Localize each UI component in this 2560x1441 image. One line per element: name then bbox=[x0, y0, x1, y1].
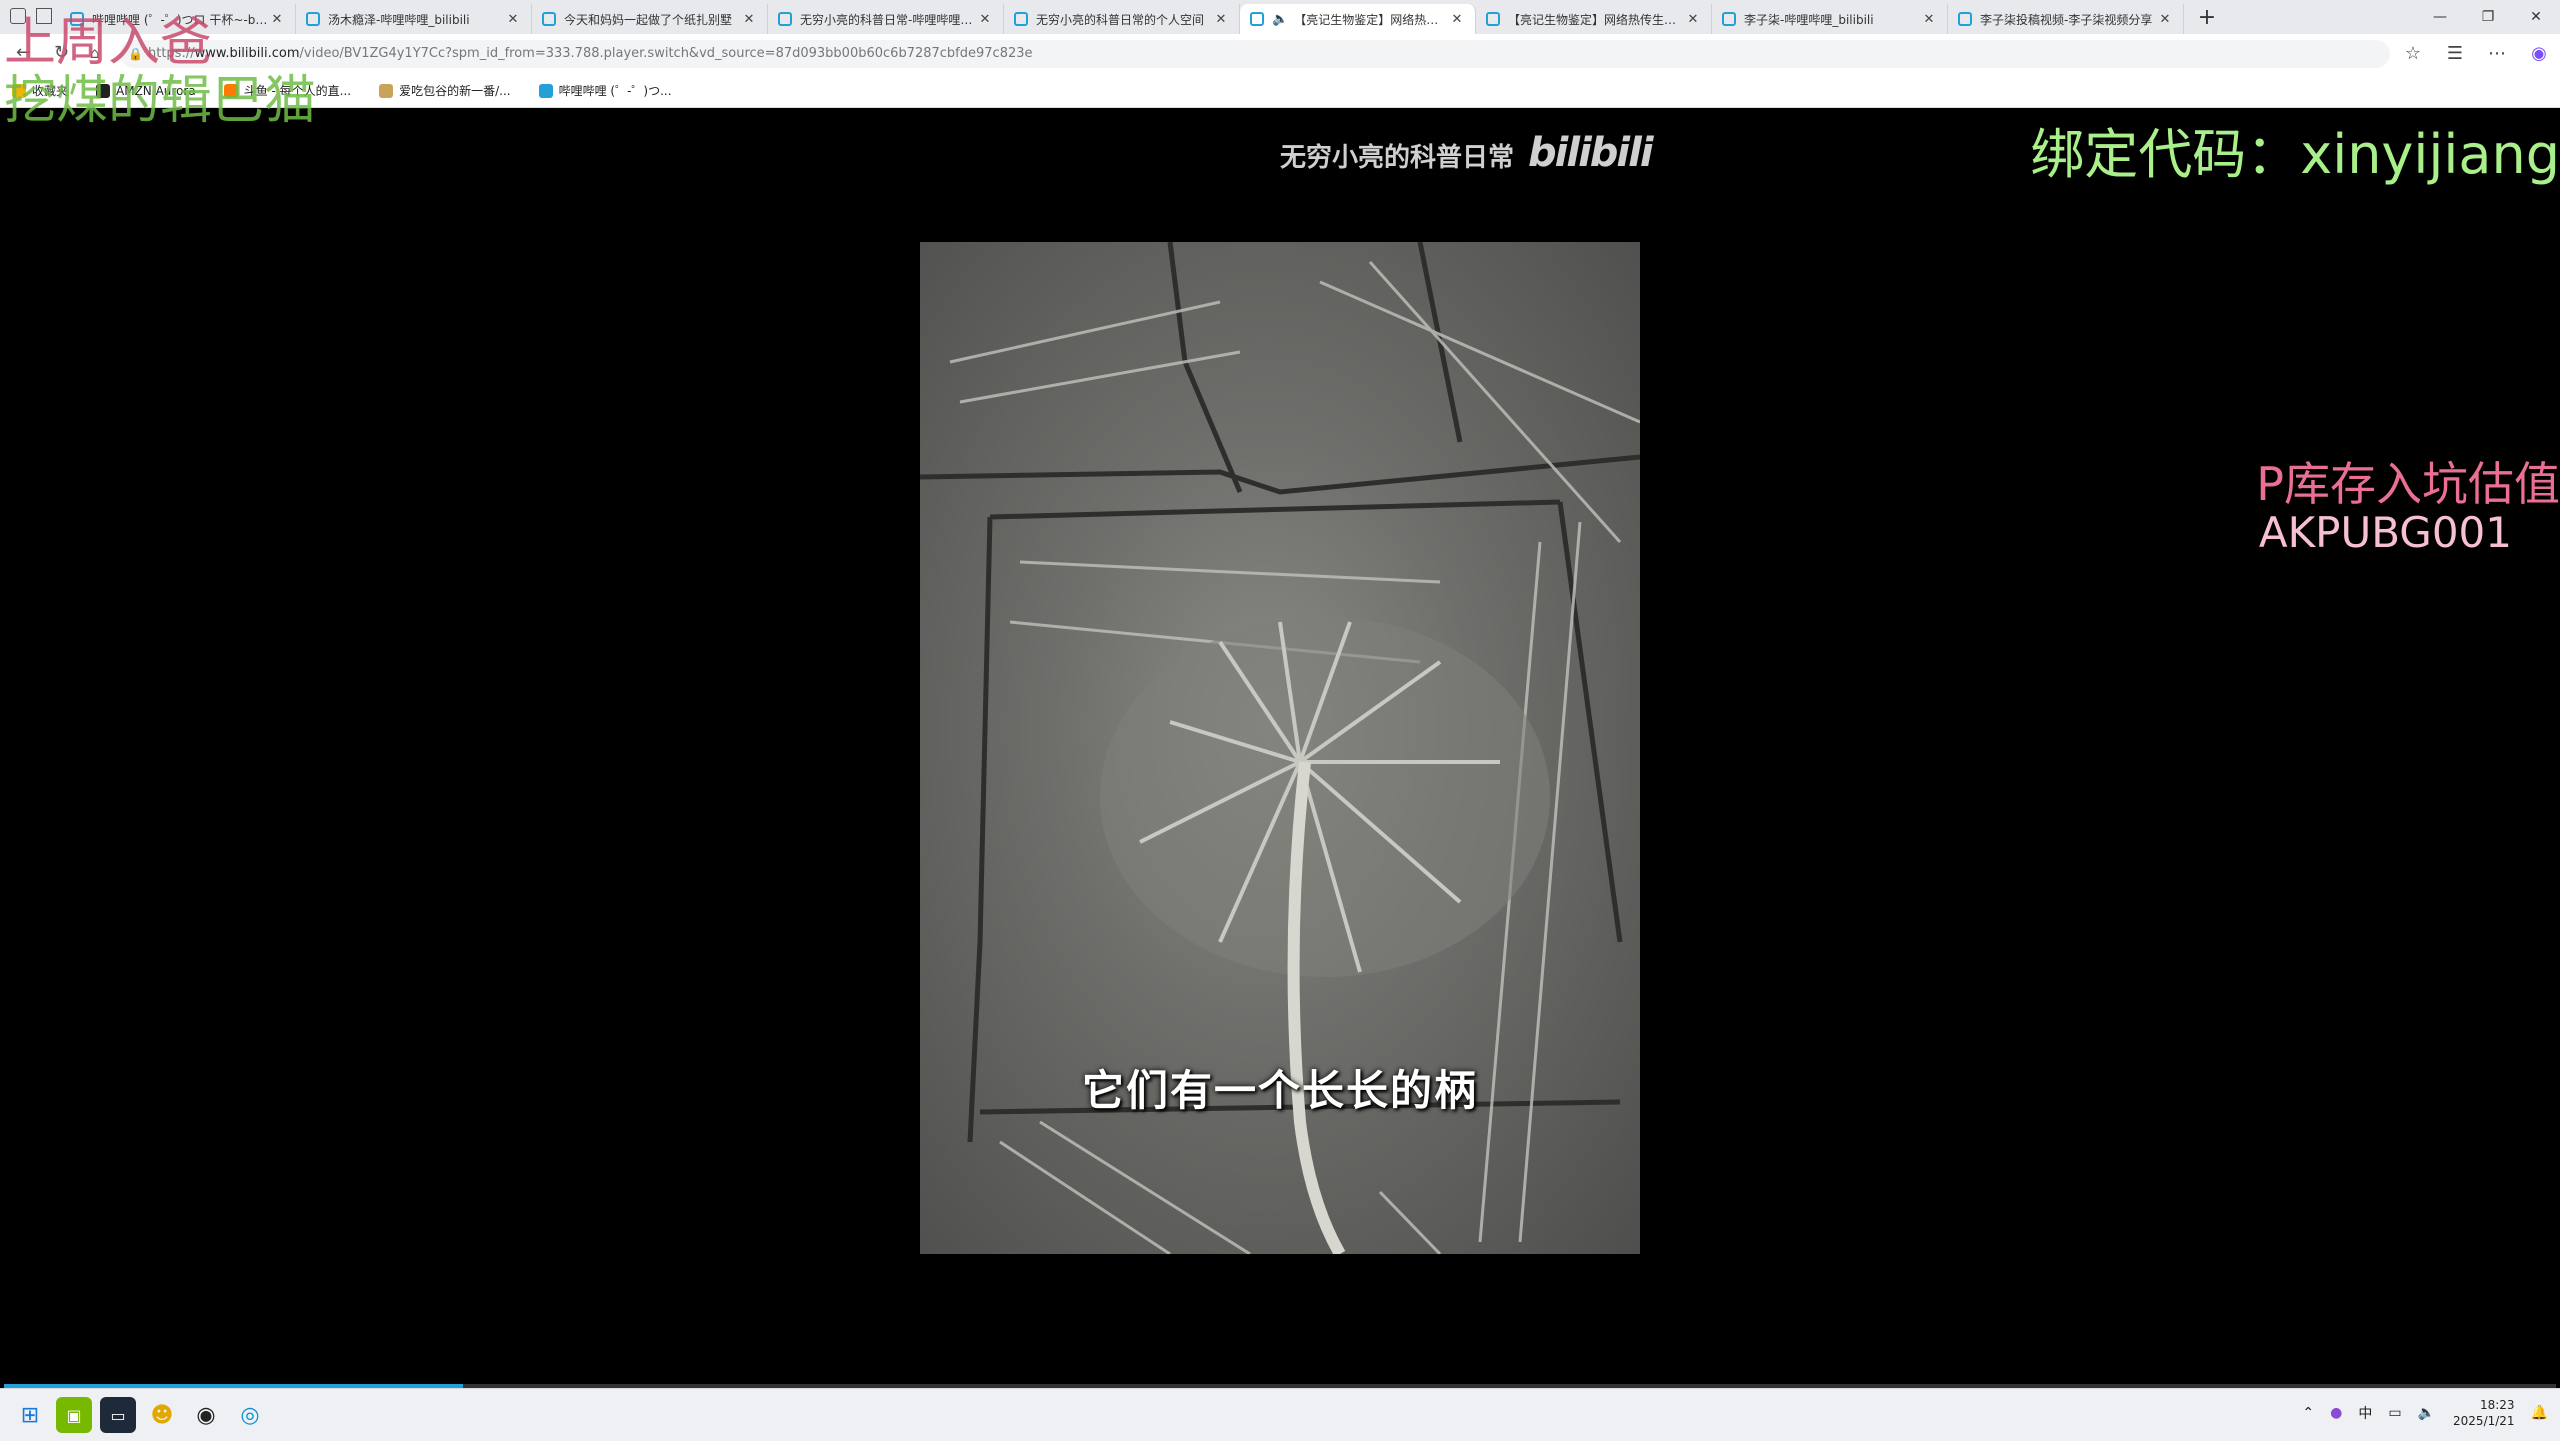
tab[interactable]: 李子柒投稿视频-李子柒视频分享 ✕ bbox=[1948, 4, 2184, 34]
close-window-icon[interactable]: ✕ bbox=[2512, 0, 2560, 34]
obs-icon[interactable]: ◉ bbox=[188, 1397, 224, 1433]
chevron-up-icon[interactable]: ⌃ bbox=[2302, 1405, 2314, 1421]
restore-icon[interactable]: ❐ bbox=[2464, 0, 2512, 34]
video-subtitle: 它们有一个长长的柄 bbox=[1081, 1066, 1478, 1115]
terminal-icon[interactable]: ▭ bbox=[100, 1397, 136, 1433]
tab[interactable]: 无穷小亮的科普日常-哔哩哔哩_bilibili✕ bbox=[768, 4, 1004, 34]
tab[interactable]: 无穷小亮的科普日常的个人空间 ✕ bbox=[1004, 4, 1240, 34]
bookmarks-bar: 收藏夹 AMZN Aurora 斗鱼 - 每个人的直... 爱吃包谷的新一番/.… bbox=[0, 74, 2560, 108]
url-field[interactable]: 🔒 https://www.bilibili.com/video/BV1ZG4y1… bbox=[120, 40, 2390, 68]
more-menu-icon[interactable]: ⋯ bbox=[2476, 40, 2518, 68]
app-icon-yellow[interactable]: ☻ bbox=[144, 1397, 180, 1433]
video-frame-fossil: 它们有一个长长的柄 bbox=[920, 242, 1640, 1254]
bilibili-tab-icon bbox=[542, 12, 556, 26]
favorites-icon[interactable]: ☰ bbox=[2434, 40, 2476, 68]
bilibili-tab-icon bbox=[306, 12, 320, 26]
bookmark-icon bbox=[379, 83, 394, 98]
close-tab-icon[interactable]: ✕ bbox=[1449, 12, 1465, 27]
close-tab-icon[interactable]: ✕ bbox=[269, 12, 285, 27]
system-tray: ⌃ ● 中 ▭ 🔈 18:23 2025/1/21 🔔 bbox=[2286, 1397, 2548, 1429]
bookmark-item[interactable]: 哔哩哔哩 (゜-゜)つ... bbox=[538, 82, 672, 99]
toolbar-right: ☆ ☰ ⋯ ◉ bbox=[2392, 40, 2560, 68]
nvidia-icon[interactable]: ▣ bbox=[56, 1397, 92, 1433]
notification-bell-icon[interactable]: 🔔 bbox=[2531, 1405, 2548, 1421]
new-tab-button[interactable]: + bbox=[2190, 5, 2224, 30]
tab[interactable]: 李子柒-哔哩哔哩_bilibili ✕ bbox=[1712, 4, 1948, 34]
overlay-pk-text: P库存入坑估值 bbox=[2256, 457, 2560, 511]
address-bar-row: ← ↻ ⌂ 🔒 https://www.bilibili.com/video/BV… bbox=[0, 34, 2560, 74]
edge-browser-icon[interactable]: ◎ bbox=[232, 1397, 268, 1433]
tab[interactable]: 【亮记生物鉴定】网络热传生物鉴定 ✕ bbox=[1476, 4, 1712, 34]
tab-active[interactable]: 🔈【亮记生物鉴定】网络热传生物鉴定✕ bbox=[1240, 4, 1476, 34]
browser-titlebar: 哔哩哔哩 (゜-゜)つロ 干杯~-bilibili ✕ 汤木瘾泽-哔哩哔哩_bil… bbox=[0, 0, 2560, 34]
overlay-ak-code: AKPUBG001 bbox=[2258, 508, 2512, 557]
close-tab-icon[interactable]: ✕ bbox=[741, 12, 757, 27]
bilibili-icon bbox=[538, 83, 553, 98]
tab-strip: 哔哩哔哩 (゜-゜)つロ 干杯~-bilibili ✕ 汤木瘾泽-哔哩哔哩_bil… bbox=[60, 0, 2224, 34]
close-tab-icon[interactable]: ✕ bbox=[1213, 12, 1229, 27]
bilibili-tab-icon bbox=[1250, 12, 1264, 26]
bilibili-tab-icon bbox=[1722, 12, 1736, 26]
close-tab-icon[interactable]: ✕ bbox=[977, 12, 993, 27]
clock-time: 18:23 bbox=[2479, 1398, 2515, 1412]
clock-date: 2025/1/21 bbox=[2453, 1414, 2515, 1428]
network-icon[interactable]: ▭ bbox=[2388, 1405, 2401, 1421]
bilibili-tab-icon bbox=[1014, 12, 1028, 26]
bookmark-item[interactable]: 爱吃包谷的新一番/... bbox=[379, 82, 511, 99]
overlay-text-top-left-2: 挖煤的辑巴猫 bbox=[4, 71, 317, 131]
close-tab-icon[interactable]: ✕ bbox=[1921, 12, 1937, 27]
tab[interactable]: 今天和妈妈一起做了个纸扎别墅 ✕ bbox=[532, 4, 768, 34]
windows-taskbar: ⊞ ▣ ▭ ☻ ◉ ◎ ⌃ ● 中 ▭ 🔈 18:23 2025/1/21 🔔 bbox=[0, 1388, 2560, 1441]
ime-indicator[interactable]: 中 bbox=[2358, 1403, 2372, 1423]
volume-icon[interactable]: 🔈 bbox=[2418, 1405, 2435, 1421]
minimize-icon[interactable]: — bbox=[2416, 0, 2464, 34]
window-controls: — ❐ ✕ bbox=[2416, 0, 2560, 34]
video-watermark: 无穷小亮的科普日常 bilibili bbox=[1280, 130, 1654, 176]
overlay-bind-code: 绑定代码：xinyijiang bbox=[2030, 123, 2560, 186]
crinoid-crown bbox=[1100, 617, 1550, 977]
bilibili-tab-icon bbox=[1958, 12, 1972, 26]
speaker-icon[interactable]: 🔈 bbox=[1272, 12, 1288, 27]
close-tab-icon[interactable]: ✕ bbox=[505, 12, 521, 27]
copilot-icon[interactable]: ◉ bbox=[2518, 40, 2560, 68]
bilibili-tab-icon bbox=[778, 12, 792, 26]
windows-start-icon[interactable]: ⊞ bbox=[12, 1397, 48, 1433]
clock[interactable]: 18:23 2025/1/21 bbox=[2453, 1397, 2515, 1429]
close-tab-icon[interactable]: ✕ bbox=[1685, 12, 1701, 27]
tab[interactable]: 汤木瘾泽-哔哩哔哩_bilibili ✕ bbox=[296, 4, 532, 34]
microphone-icon[interactable]: ● bbox=[2330, 1405, 2342, 1421]
favorite-star-icon[interactable]: ☆ bbox=[2392, 40, 2434, 68]
close-tab-icon[interactable]: ✕ bbox=[2157, 12, 2173, 27]
bilibili-tab-icon bbox=[1486, 12, 1500, 26]
